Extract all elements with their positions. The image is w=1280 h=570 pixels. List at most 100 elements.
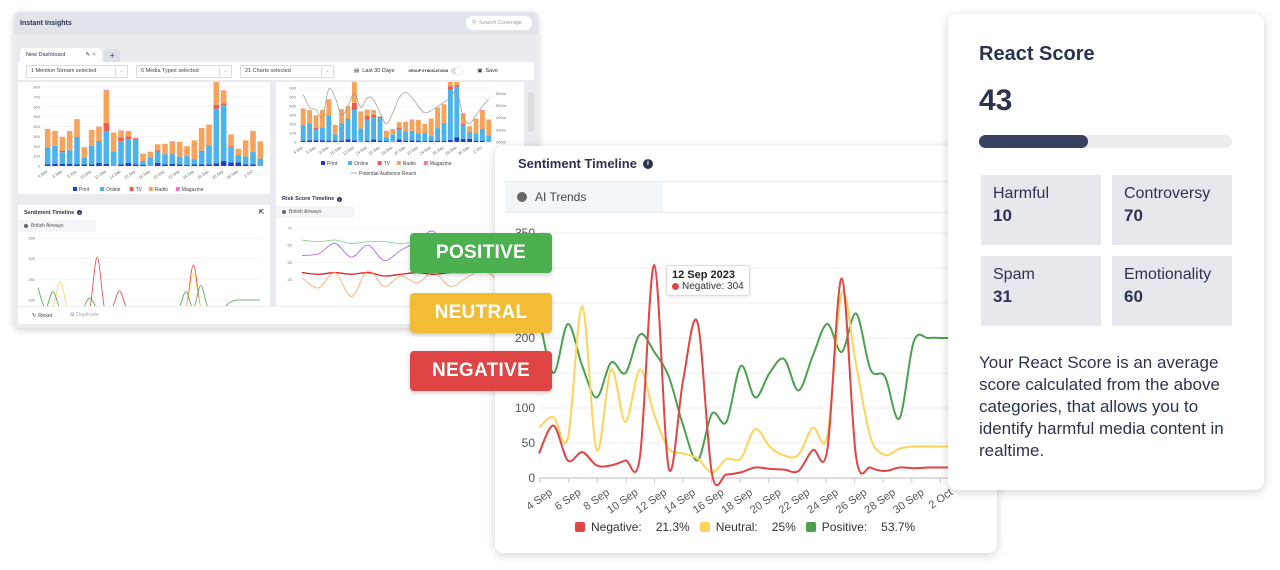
charts-select[interactable]: 21 Charts selected ⌄ <box>240 64 334 78</box>
x-tick-label: 28 Sep <box>211 168 225 180</box>
search-input[interactable]: ⚲ Search Coverage <box>466 16 532 30</box>
bar-segment <box>44 164 51 166</box>
bar-segment <box>358 111 364 129</box>
bar-segment <box>235 148 242 156</box>
duplicate-icon: ⧉ <box>70 312 75 318</box>
tab-new-dashboard[interactable]: New Dashboard ✎ ✕ <box>20 48 103 62</box>
bar-segment <box>473 133 479 141</box>
x-tick-label: 30 Sep <box>457 144 471 156</box>
bar-segment <box>371 115 377 118</box>
duplicate-button[interactable]: ⧉ Duplicate <box>71 312 99 319</box>
bar-segment <box>409 131 415 141</box>
bar-segment <box>74 119 80 137</box>
entity-tab[interactable]: British Airways <box>18 220 96 232</box>
legend-item-positive[interactable]: Positive: 53.7% <box>805 520 915 534</box>
mini-series-line <box>38 256 260 314</box>
bar-segment <box>257 141 264 159</box>
mini-sentiment-panel: Sentiment Timeline i ⇱ British Airways 2… <box>18 205 270 315</box>
bar-segment <box>351 102 357 111</box>
legend-swatch <box>575 522 585 532</box>
group-syndications-toggle[interactable] <box>451 67 464 75</box>
y-tick-label: 40 <box>288 277 293 282</box>
legend-label: Print <box>79 187 90 193</box>
x-tick-label: 2 Oct <box>927 487 955 512</box>
mention-stream-select[interactable]: 1 Mention Stream selected ⌄ <box>26 64 128 78</box>
bar-segment <box>66 130 73 151</box>
bar-segment <box>339 140 345 142</box>
x-tick-label: 2 Oct <box>243 168 254 178</box>
close-icon[interactable]: ✕ <box>92 52 97 58</box>
bar-segment <box>441 123 447 141</box>
bar-segment <box>59 137 66 151</box>
add-tab-button[interactable]: + <box>104 49 121 62</box>
legend-label: Print <box>327 161 338 167</box>
react-score-title: React Score <box>979 43 1095 65</box>
bar-segment <box>307 140 313 142</box>
x-tick-label: 24 Sep <box>805 487 840 517</box>
bar-segment <box>103 164 110 166</box>
bar-segment <box>88 145 95 165</box>
dashboard-header: Instant Insights ⚲ Search Coverage <box>14 12 538 34</box>
export-icon[interactable]: ⇱ <box>259 209 264 216</box>
bar-segment <box>118 141 124 165</box>
bar-segment <box>118 130 124 138</box>
bar-segment <box>66 164 73 166</box>
y-tick-label: 350 <box>28 236 35 241</box>
bar-segment <box>473 140 479 142</box>
react-score-card: React Score 43 Harmful 10 Controversy 70 S… <box>948 14 1264 490</box>
legend-label: Online <box>106 187 121 193</box>
bar-segment <box>454 86 460 138</box>
save-icon: ▣ <box>477 68 483 74</box>
bar-segment <box>81 157 88 165</box>
chevron-down-icon: ⌄ <box>219 65 231 77</box>
x-tick-label: 30 Sep <box>226 168 240 180</box>
bar-segment <box>332 140 338 142</box>
media-volume-chart: 0 100 200 300 400 500 600 700 800 4 Sep 6 Sep 8 Sep… <box>33 82 264 193</box>
bar-segment <box>140 165 146 166</box>
edit-icon[interactable]: ✎ <box>85 52 90 58</box>
save-button[interactable]: ▣ Save <box>477 68 498 74</box>
x-tick-label: 8 Sep <box>66 168 78 179</box>
legend-swatch <box>100 187 104 191</box>
bar-segment <box>332 124 338 135</box>
bar-segment <box>162 143 168 155</box>
reset-button[interactable]: ↻ Reset <box>32 313 53 319</box>
x-tick-label: 20 Sep <box>152 168 166 180</box>
legend-item-negative[interactable]: Negative: 21.3% <box>575 520 690 534</box>
bar-segment <box>454 74 460 85</box>
x-tick-label: 16 Sep <box>367 144 381 156</box>
bar-segment <box>147 157 154 166</box>
legend-item-neutral[interactable]: Neutral: 25% <box>699 520 796 534</box>
legend-pct: 25% <box>771 520 796 534</box>
bar-segment <box>351 110 357 141</box>
bar-segment <box>184 156 190 166</box>
legend-swatch <box>175 187 180 191</box>
dashboard-window: Instant Insights ⚲ Search Coverage New D… <box>14 12 538 328</box>
legend-label: Magazine <box>430 161 452 167</box>
info-icon[interactable]: i <box>77 210 83 215</box>
bar-segment <box>422 124 428 133</box>
bar-segment <box>220 103 227 106</box>
x-tick-label: 12 Sep <box>342 144 356 156</box>
y-tick-label: 60 <box>288 243 293 248</box>
x-tick-label: 28 Sep <box>862 487 897 517</box>
date-range-button[interactable]: ▤ Last 30 Days <box>354 68 394 74</box>
x-tick-label: 6 Sep <box>305 144 317 155</box>
bar-segment <box>307 123 313 141</box>
bar-segment <box>467 138 473 142</box>
info-icon[interactable]: i <box>337 196 343 202</box>
legend-swatch <box>699 522 710 532</box>
bar-segment <box>125 130 132 137</box>
x-tick-label: 22 Sep <box>167 168 181 180</box>
sentiment-legend: Negative: 21.3% Neutral: 25% Positive: 53.7… <box>575 520 915 534</box>
scrollbar[interactable] <box>528 92 534 132</box>
category-harmful: Harmful 10 <box>981 175 1101 245</box>
entity-tab[interactable]: British Airways <box>276 206 354 218</box>
category-spam: Spam 31 <box>981 256 1101 326</box>
category-label: Harmful <box>993 185 1050 202</box>
bar-segment <box>206 164 212 166</box>
bar-segment <box>403 121 409 132</box>
media-types-select[interactable]: 6 Media Types selected ⌄ <box>136 64 232 78</box>
bar-segment <box>428 118 434 136</box>
y-tick-label: 0 <box>38 164 41 169</box>
